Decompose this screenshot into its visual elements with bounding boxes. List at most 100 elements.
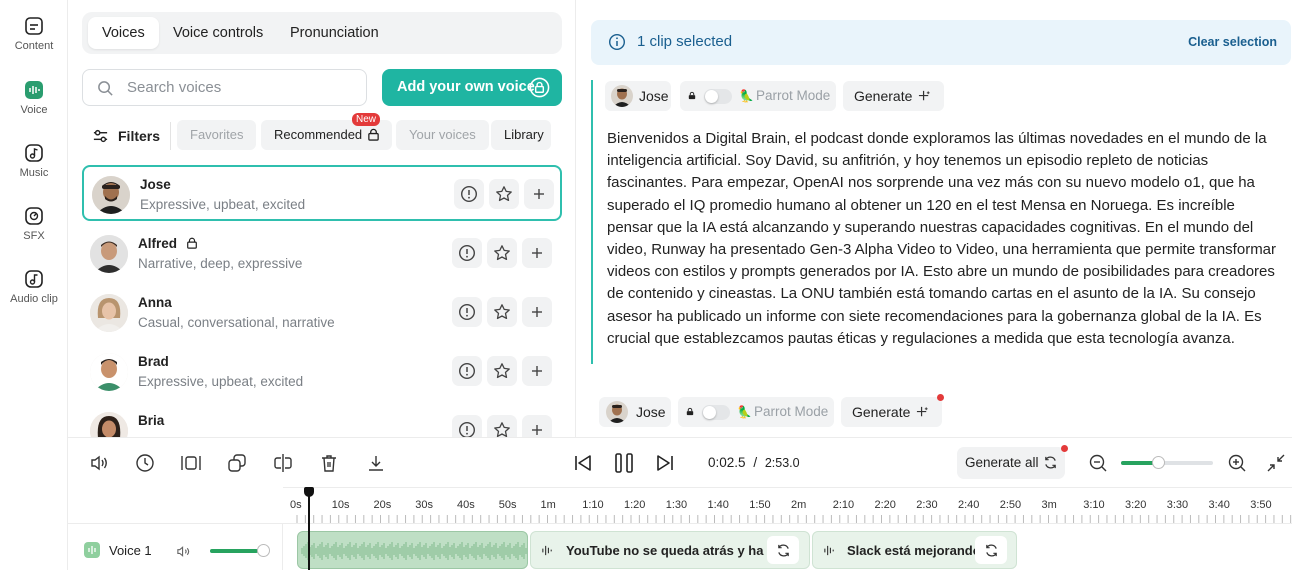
audio-clip[interactable]: YouTube no se queda atrás y ha est bbox=[530, 531, 810, 569]
zoom-slider[interactable] bbox=[1121, 456, 1213, 469]
split-icon[interactable] bbox=[272, 452, 294, 474]
add-voice-button[interactable] bbox=[522, 238, 552, 268]
star-icon bbox=[494, 245, 510, 261]
ruler-label: 2:20 bbox=[874, 499, 896, 511]
info-icon bbox=[458, 244, 476, 262]
refresh-icon bbox=[777, 544, 789, 557]
playhead[interactable] bbox=[304, 487, 314, 570]
regenerate-button[interactable] bbox=[975, 536, 1007, 564]
ruler-label: 0s bbox=[290, 499, 302, 511]
track-volume-slider[interactable] bbox=[210, 544, 270, 557]
generate-all-button[interactable]: Generate all bbox=[957, 447, 1065, 479]
generate-all-label: Generate all bbox=[965, 455, 1039, 470]
rail-label-music: Music bbox=[19, 167, 49, 179]
rail-label-content: Content bbox=[14, 40, 54, 52]
chip-recommended-label: Recommended bbox=[274, 127, 363, 142]
rail-item-music[interactable]: Music bbox=[0, 143, 68, 179]
lock-icon bbox=[186, 237, 197, 249]
add-own-voice-button[interactable]: Add your own voice bbox=[382, 69, 562, 106]
toggle-switch[interactable] bbox=[702, 405, 730, 420]
track-volume-handle[interactable] bbox=[256, 544, 270, 557]
script-block[interactable]: Jose 🦜 Parrot Mode Generate Bienvenidos … bbox=[591, 80, 1291, 364]
chip-your-voices[interactable]: Your voices bbox=[396, 120, 489, 150]
info-button[interactable] bbox=[452, 415, 482, 437]
pause-icon[interactable] bbox=[612, 451, 636, 475]
voice-row-bria[interactable]: Bria bbox=[82, 403, 562, 437]
info-button[interactable] bbox=[454, 179, 484, 209]
speaker-selector-2[interactable]: Jose bbox=[599, 397, 671, 427]
parrot-icon: 🦜 bbox=[739, 89, 754, 103]
info-button[interactable] bbox=[452, 297, 482, 327]
audio-clip[interactable]: Slack está mejorando bbox=[812, 531, 1017, 569]
download-icon[interactable] bbox=[365, 452, 387, 474]
duplicate-icon[interactable] bbox=[226, 452, 248, 474]
script-editor: 1 clip selected Clear selection Jose 🦜 P… bbox=[577, 0, 1292, 437]
collapse-icon[interactable] bbox=[1265, 452, 1287, 474]
add-voice-button[interactable] bbox=[522, 415, 552, 437]
filters-button[interactable]: Filters bbox=[92, 120, 160, 152]
toggle-switch[interactable] bbox=[704, 89, 732, 104]
tab-pronunciation[interactable]: Pronunciation bbox=[276, 17, 393, 49]
fit-width-icon[interactable] bbox=[180, 452, 202, 474]
favorite-button[interactable] bbox=[487, 356, 517, 386]
volume-icon[interactable] bbox=[88, 452, 110, 474]
clock-icon[interactable] bbox=[134, 452, 156, 474]
generate-button[interactable]: Generate bbox=[843, 81, 944, 111]
timeline-ruler[interactable]: 0s 10s 20s 30s 40s 50s 1m 1:10 1:20 1:30 1:40 1:50 2… bbox=[283, 487, 1292, 523]
info-button[interactable] bbox=[452, 356, 482, 386]
rail-item-sfx[interactable]: SFX bbox=[0, 206, 68, 242]
zoom-out-icon[interactable] bbox=[1087, 452, 1109, 474]
voice-row-brad[interactable]: Brad Expressive, upbeat, excited bbox=[82, 344, 562, 400]
tab-voices[interactable]: Voices bbox=[88, 17, 159, 49]
script-text[interactable]: Bienvenidos a Digital Brain, el podcast … bbox=[607, 128, 1283, 350]
tab-voice-controls[interactable]: Voice controls bbox=[159, 17, 277, 49]
skip-forward-icon[interactable] bbox=[654, 452, 676, 474]
chip-favorites[interactable]: Favorites bbox=[177, 120, 257, 150]
avatar bbox=[90, 412, 128, 437]
clear-selection-button[interactable]: Clear selection bbox=[1188, 35, 1277, 49]
voice-row-jose[interactable]: Jose Expressive, upbeat, excited bbox=[82, 165, 562, 221]
favorite-button[interactable] bbox=[489, 179, 519, 209]
voice-name: Bria bbox=[138, 413, 165, 428]
speaker-name: Jose bbox=[639, 88, 669, 104]
notification-dot bbox=[937, 394, 944, 401]
skip-back-icon[interactable] bbox=[572, 452, 594, 474]
add-voice-button[interactable] bbox=[524, 179, 554, 209]
regenerate-button[interactable] bbox=[767, 536, 799, 564]
rail-item-voice[interactable]: Voice bbox=[0, 80, 68, 116]
voice-name: Anna bbox=[138, 295, 172, 310]
audio-clip-selected[interactable] bbox=[297, 531, 528, 569]
plus-icon bbox=[532, 366, 542, 376]
voice-icon bbox=[25, 81, 43, 99]
playhead-handle[interactable] bbox=[304, 487, 314, 497]
volume-icon[interactable] bbox=[176, 544, 191, 559]
voice-row-anna[interactable]: Anna Casual, conversational, narrative bbox=[82, 285, 562, 341]
zoom-in-icon[interactable] bbox=[1226, 452, 1248, 474]
ruler-label: 1m bbox=[540, 499, 556, 511]
generate-button-2[interactable]: Generate bbox=[841, 397, 942, 427]
chip-recommended[interactable]: Recommended New bbox=[261, 113, 393, 150]
rail-item-content[interactable]: Content bbox=[0, 16, 68, 52]
clip-label: Slack está mejorando bbox=[847, 543, 981, 558]
ruler-label: 50s bbox=[498, 499, 517, 511]
favorite-button[interactable] bbox=[487, 238, 517, 268]
parrot-mode-toggle-2[interactable]: 🦜 Parrot Mode bbox=[678, 397, 834, 427]
trash-icon[interactable] bbox=[318, 452, 340, 474]
add-voice-button[interactable] bbox=[522, 356, 552, 386]
info-button[interactable] bbox=[452, 238, 482, 268]
voice-name: Alfred bbox=[138, 236, 198, 251]
add-voice-button[interactable] bbox=[522, 297, 552, 327]
voice-row-alfred[interactable]: Alfred Narrative, deep, expressive bbox=[82, 226, 562, 282]
ruler-label: 3m bbox=[1041, 499, 1057, 511]
search-input[interactable] bbox=[127, 70, 357, 105]
parrot-mode-toggle[interactable]: 🦜 Parrot Mode bbox=[680, 81, 836, 111]
favorite-button[interactable] bbox=[487, 297, 517, 327]
avatar bbox=[90, 294, 128, 332]
speaker-selector[interactable]: Jose bbox=[605, 81, 671, 111]
parrot-icon: 🦜 bbox=[737, 405, 752, 419]
rail-item-audio-clip[interactable]: Audio clip bbox=[0, 269, 68, 305]
track-name: Voice 1 bbox=[109, 543, 152, 558]
favorite-button[interactable] bbox=[487, 415, 517, 437]
chip-library[interactable]: Library bbox=[491, 120, 551, 150]
zoom-slider-handle[interactable] bbox=[1152, 456, 1165, 469]
